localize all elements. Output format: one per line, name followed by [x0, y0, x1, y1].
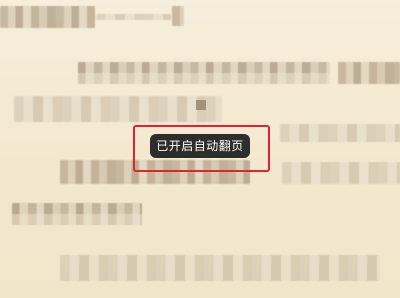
- blurred-text-line: [0, 6, 95, 28]
- blurred-dot: [196, 100, 206, 110]
- blurred-text-line: [280, 124, 400, 142]
- blurred-text-line: [282, 162, 400, 184]
- blurred-text-line: [96, 14, 171, 20]
- blurred-text-line: [14, 96, 222, 122]
- blurred-text-line: [172, 6, 184, 26]
- auto-page-turn-toast: 已开启自动翻页: [150, 134, 250, 158]
- reader-page[interactable]: 已开启自动翻页: [0, 0, 400, 298]
- blurred-text-line: [338, 62, 400, 84]
- blurred-text-line: [60, 255, 380, 281]
- blurred-text-line: [78, 62, 330, 84]
- blurred-text-line: [12, 203, 142, 225]
